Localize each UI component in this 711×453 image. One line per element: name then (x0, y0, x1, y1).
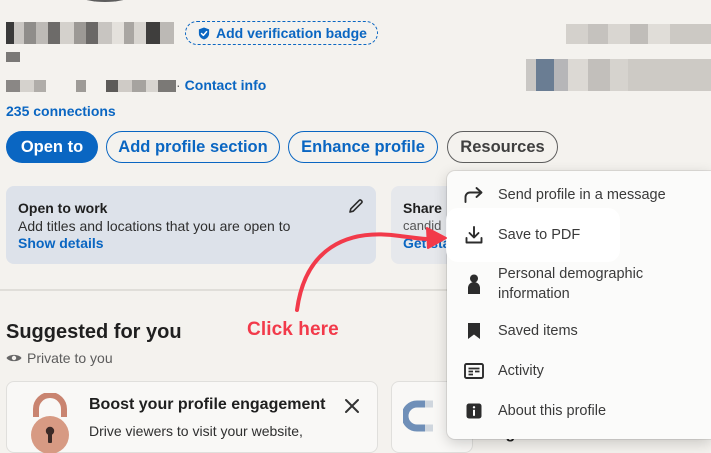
profile-page: Add verification badge · Contact info 235… (0, 0, 711, 453)
verify-label: Add verification badge (216, 25, 367, 41)
menu-item-about-profile[interactable]: About this profile (447, 401, 711, 421)
menu-item-label: Save to PDF (498, 227, 581, 243)
close-icon[interactable] (343, 397, 361, 415)
bookmark-icon (464, 321, 484, 341)
private-indicator: Private to you (6, 350, 113, 366)
click-here-annotation: Click here (247, 319, 339, 340)
contact-separator: · (176, 77, 181, 93)
connections-link[interactable]: 235 connections (6, 103, 116, 119)
menu-item-label: Send profile in a message (498, 187, 666, 203)
share-arrow-icon (464, 185, 484, 205)
activity-icon (464, 361, 484, 381)
share-card-link[interactable]: Get sta (403, 235, 450, 251)
add-profile-section-button[interactable]: Add profile section (106, 131, 280, 163)
company-logo-blurred (526, 24, 711, 94)
private-label: Private to you (27, 350, 113, 366)
share-card-subtitle: candid (403, 218, 442, 233)
share-card-title: Share (403, 200, 442, 216)
person-icon (464, 274, 484, 294)
pencil-icon[interactable] (348, 198, 364, 214)
menu-item-demographic-info[interactable]: Personal demographic information (447, 264, 711, 304)
menu-item-save-to-pdf[interactable]: Save to PDF (447, 225, 711, 245)
section-divider (0, 289, 470, 291)
menu-item-saved-items[interactable]: Saved items (447, 321, 711, 341)
menu-item-send-profile[interactable]: Send profile in a message (447, 185, 711, 205)
open-to-work-description: Add titles and locations that you are op… (18, 218, 291, 234)
open-to-work-title: Open to work (18, 200, 108, 216)
profile-name-blurred (6, 22, 174, 44)
profile-location-blurred (6, 80, 176, 92)
boost-card-title: Boost your profile engagement (89, 396, 326, 413)
profile-avatar[interactable] (62, 0, 148, 2)
menu-item-label: Activity (498, 363, 544, 379)
download-icon (464, 225, 484, 245)
menu-item-label: Saved items (498, 323, 578, 339)
enhance-profile-button[interactable]: Enhance profile (288, 131, 438, 163)
open-to-button[interactable]: Open to (6, 131, 98, 163)
menu-item-activity[interactable]: Activity (447, 361, 711, 381)
resources-button[interactable]: Resources (447, 131, 558, 163)
menu-item-label: About this profile (498, 403, 607, 419)
suggested-title: Suggested for you (6, 321, 182, 343)
magnet-illustration-icon (403, 400, 433, 432)
profile-headline-blurred (6, 52, 20, 62)
contact-info: · Contact info (176, 77, 266, 93)
shield-check-icon (198, 26, 210, 40)
menu-item-label: Personal demographic information (498, 266, 644, 302)
lock-illustration-icon (31, 393, 69, 453)
show-details-link[interactable]: Show details (18, 235, 104, 251)
eye-icon (6, 354, 22, 362)
add-verification-badge-button[interactable]: Add verification badge (185, 21, 378, 45)
info-icon (464, 401, 484, 421)
contact-info-link[interactable]: Contact info (185, 77, 267, 93)
boost-card-description: Drive viewers to visit your website, (89, 423, 303, 439)
